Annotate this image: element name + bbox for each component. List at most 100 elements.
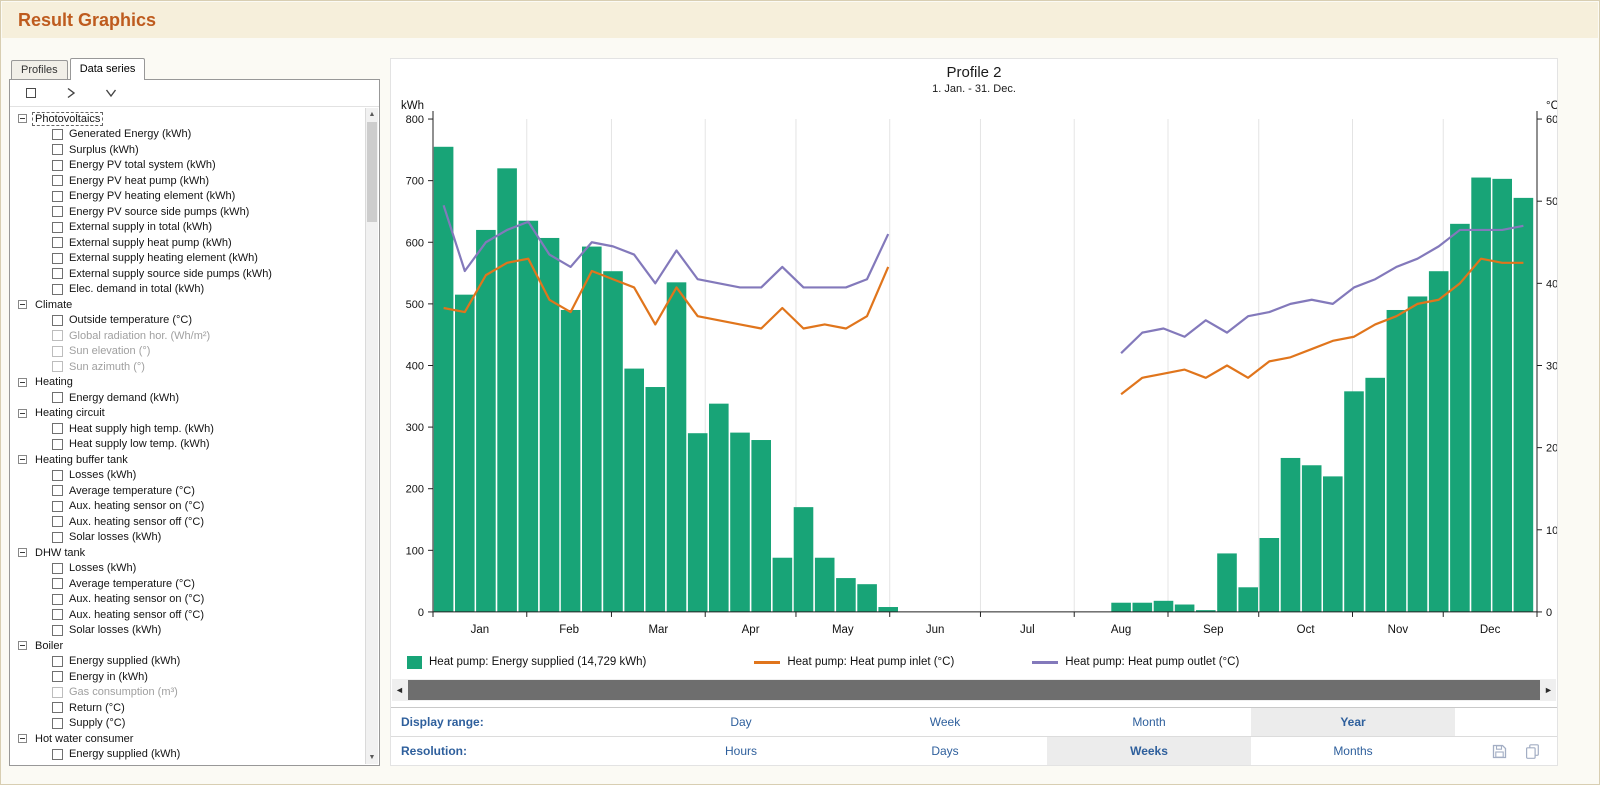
- tree-group-label[interactable]: DHW tank: [33, 547, 87, 559]
- tree-item[interactable]: Energy PV heating element (kWh): [15, 189, 365, 205]
- tree-item[interactable]: Energy PV total system (kWh): [15, 158, 365, 174]
- checkbox[interactable]: [52, 175, 63, 187]
- collapse-expander-icon[interactable]: [18, 734, 27, 744]
- collapse-expander-icon[interactable]: [18, 455, 27, 465]
- tree-group-row[interactable]: Photovoltaics: [15, 111, 365, 127]
- tree-item[interactable]: External supply heat pump (kWh): [15, 235, 365, 251]
- collapse-expander-icon[interactable]: [18, 641, 27, 651]
- tree-item[interactable]: Global radiation hor. (Wh/m²): [15, 328, 365, 344]
- expand-button[interactable]: [62, 84, 80, 102]
- scroll-down-icon[interactable]: ▼: [366, 751, 378, 764]
- toggle-checkboxes-button[interactable]: [22, 84, 40, 102]
- tree-item[interactable]: Energy PV source side pumps (kWh): [15, 204, 365, 220]
- checkbox[interactable]: [52, 485, 63, 497]
- tree-item[interactable]: Energy in (kWh): [15, 669, 365, 685]
- collapse-expander-icon[interactable]: [18, 377, 27, 387]
- tree-item[interactable]: Energy supplied (kWh): [15, 654, 365, 670]
- checkbox[interactable]: [52, 237, 63, 249]
- tree-item[interactable]: Average temperature (°C): [15, 483, 365, 499]
- tree-group-label[interactable]: Heating buffer tank: [33, 454, 130, 466]
- checkbox[interactable]: [52, 221, 63, 233]
- tree-item[interactable]: Sun elevation (°): [15, 344, 365, 360]
- checkbox[interactable]: [52, 717, 63, 729]
- option-year[interactable]: Year: [1251, 708, 1455, 736]
- tree-group-label[interactable]: Heating circuit: [33, 407, 107, 419]
- tree-item[interactable]: Supply (°C): [15, 716, 365, 732]
- scroll-right-icon[interactable]: ►: [1541, 679, 1556, 701]
- tree-item[interactable]: External supply in total (kWh): [15, 220, 365, 236]
- option-days[interactable]: Days: [843, 737, 1047, 765]
- option-week[interactable]: Week: [843, 708, 1047, 736]
- tree-group-label[interactable]: Photovoltaics: [31, 111, 104, 126]
- tree-group-row[interactable]: Climate: [15, 297, 365, 313]
- checkbox[interactable]: [52, 655, 63, 667]
- checkbox[interactable]: [52, 128, 63, 140]
- tree-item[interactable]: Gas consumption (m³): [15, 685, 365, 701]
- chart-horizontal-scrollbar[interactable]: ◄ ►: [392, 679, 1556, 701]
- tab-data-series[interactable]: Data series: [69, 58, 146, 80]
- tree-item[interactable]: Sun azimuth (°): [15, 359, 365, 375]
- tree-group-row[interactable]: Boiler: [15, 638, 365, 654]
- tree-item[interactable]: Generated Energy (kWh): [15, 127, 365, 143]
- tree-item[interactable]: Return (°C): [15, 700, 365, 716]
- tree-group-label[interactable]: Boiler: [33, 640, 65, 652]
- tree-item[interactable]: Heat supply low temp. (kWh): [15, 437, 365, 453]
- checkbox[interactable]: [52, 438, 63, 450]
- checkbox[interactable]: [52, 609, 63, 621]
- checkbox[interactable]: [52, 531, 63, 543]
- tree-item[interactable]: Average temperature (°C): [15, 576, 365, 592]
- collapse-expander-icon[interactable]: [18, 408, 27, 418]
- horizontal-scrollbar-thumb[interactable]: [408, 680, 1540, 700]
- checkbox[interactable]: [52, 206, 63, 218]
- checkbox[interactable]: [52, 748, 63, 760]
- tree-group-row[interactable]: Hot water consumer: [15, 731, 365, 747]
- tree-item[interactable]: Solar losses (kWh): [15, 623, 365, 639]
- checkbox[interactable]: [52, 671, 63, 683]
- tree-group-label[interactable]: Heating: [33, 376, 75, 388]
- option-hours[interactable]: Hours: [639, 737, 843, 765]
- tree-item[interactable]: External supply heating element (kWh): [15, 251, 365, 267]
- tree-item[interactable]: Aux. heating sensor on (°C): [15, 592, 365, 608]
- tree-item[interactable]: Heat supply high temp. (kWh): [15, 421, 365, 437]
- checkbox[interactable]: [52, 190, 63, 202]
- option-months[interactable]: Months: [1251, 737, 1455, 765]
- collapse-expander-icon[interactable]: [18, 300, 27, 310]
- checkbox[interactable]: [52, 392, 63, 404]
- option-weeks[interactable]: Weeks: [1047, 737, 1251, 765]
- save-icon[interactable]: [1491, 743, 1508, 760]
- checkbox[interactable]: [52, 593, 63, 605]
- copy-icon[interactable]: [1524, 743, 1541, 760]
- tree-group-row[interactable]: Heating circuit: [15, 406, 365, 422]
- checkbox[interactable]: [52, 578, 63, 590]
- tree-scrollbar-thumb[interactable]: [367, 122, 377, 222]
- checkbox[interactable]: [52, 268, 63, 280]
- tree-item[interactable]: Energy demand (kWh): [15, 390, 365, 406]
- collapse-expander-icon[interactable]: [18, 548, 27, 558]
- checkbox[interactable]: [52, 500, 63, 512]
- tree-group-label[interactable]: Climate: [33, 299, 74, 311]
- tree-item[interactable]: Elec. demand in total (kWh): [15, 282, 365, 298]
- checkbox[interactable]: [52, 624, 63, 636]
- checkbox[interactable]: [52, 252, 63, 264]
- collapse-expander-icon[interactable]: [18, 114, 27, 124]
- tree-item[interactable]: Surplus (kWh): [15, 142, 365, 158]
- tree-group-row[interactable]: Heating buffer tank: [15, 452, 365, 468]
- tree-item[interactable]: External supply source side pumps (kWh): [15, 266, 365, 282]
- checkbox[interactable]: [52, 423, 63, 435]
- checkbox[interactable]: [52, 314, 63, 326]
- checkbox[interactable]: [52, 469, 63, 481]
- tree-item[interactable]: Solar losses (kWh): [15, 530, 365, 546]
- scroll-up-icon[interactable]: ▲: [366, 108, 378, 121]
- option-month[interactable]: Month: [1047, 708, 1251, 736]
- tree-group-row[interactable]: Heating: [15, 375, 365, 391]
- tree-scrollbar[interactable]: ▲ ▼: [365, 108, 378, 764]
- checkbox[interactable]: [52, 702, 63, 714]
- tree-item[interactable]: Losses (kWh): [15, 561, 365, 577]
- tree-item[interactable]: Aux. heating sensor off (°C): [15, 607, 365, 623]
- tree-item[interactable]: Losses (kWh): [15, 468, 365, 484]
- checkbox[interactable]: [52, 144, 63, 156]
- checkbox[interactable]: [52, 159, 63, 171]
- tree-item[interactable]: Aux. heating sensor off (°C): [15, 514, 365, 530]
- tree-group-label[interactable]: Hot water consumer: [33, 733, 135, 745]
- option-day[interactable]: Day: [639, 708, 843, 736]
